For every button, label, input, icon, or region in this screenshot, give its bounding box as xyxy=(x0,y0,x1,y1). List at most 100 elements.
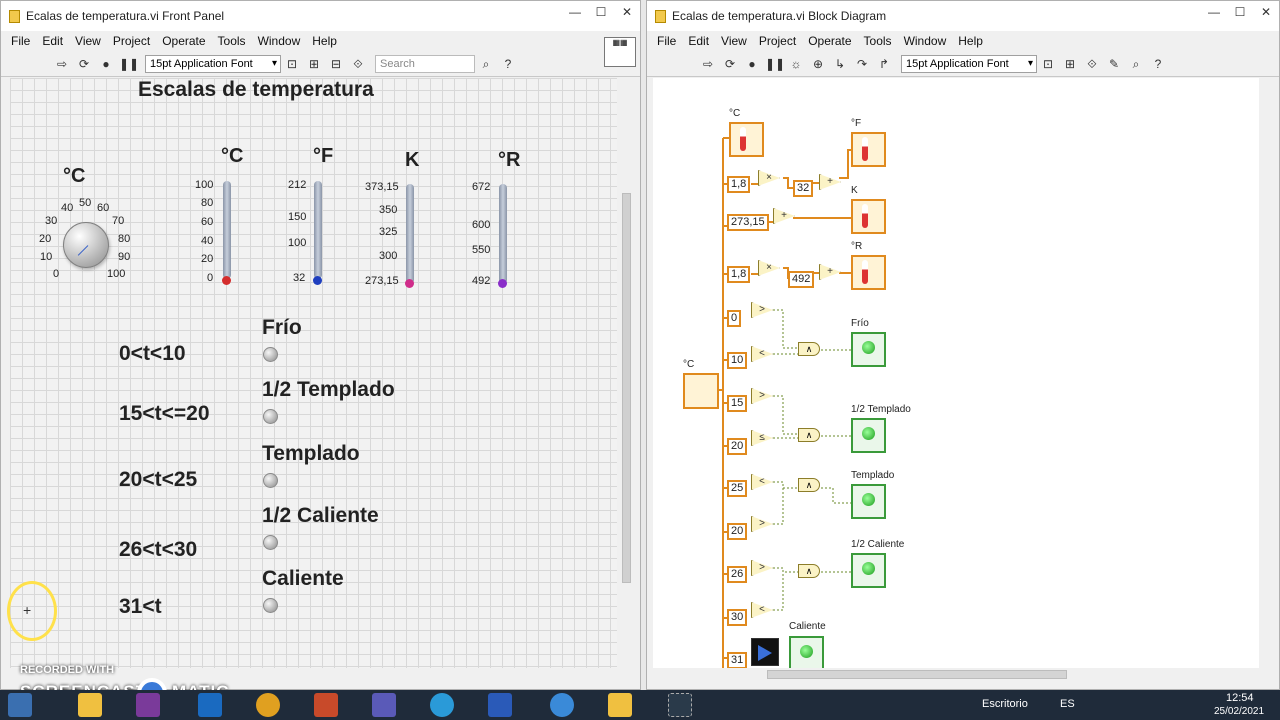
language-indicator[interactable]: ES xyxy=(1060,698,1075,710)
led-medio-caliente-terminal[interactable] xyxy=(851,553,886,588)
chrome-icon[interactable] xyxy=(256,693,280,717)
led-caliente-terminal[interactable] xyxy=(789,636,824,671)
constant[interactable]: 32 xyxy=(793,180,814,197)
constant[interactable]: 1,8 xyxy=(727,266,751,283)
close-button[interactable]: ✕ xyxy=(1253,1,1279,23)
constant[interactable]: 492 xyxy=(788,271,815,288)
knob-terminal[interactable] xyxy=(683,373,719,409)
constant[interactable]: 31 xyxy=(727,652,748,669)
constant[interactable]: 1,8 xyxy=(727,176,751,193)
menu-edit[interactable]: Edit xyxy=(36,34,69,48)
menu-window[interactable]: Window xyxy=(252,34,307,48)
menu-operate[interactable]: Operate xyxy=(802,34,857,48)
menu-tools[interactable]: Tools xyxy=(212,34,252,48)
vertical-scrollbar[interactable] xyxy=(1261,78,1274,668)
font-selector[interactable]: 15pt Application Font xyxy=(901,54,1037,73)
pause-icon[interactable]: ❚❚ xyxy=(119,55,139,73)
menu-help[interactable]: Help xyxy=(306,34,343,48)
step-over-icon[interactable]: ↷ xyxy=(853,55,871,73)
scroll-thumb[interactable] xyxy=(622,193,631,583)
constant[interactable]: 20 xyxy=(727,523,748,540)
abort-icon[interactable]: ● xyxy=(743,55,761,73)
maximize-button[interactable]: ☐ xyxy=(588,1,614,23)
align-icon[interactable]: ⊡ xyxy=(283,55,301,73)
word-icon[interactable] xyxy=(488,693,512,717)
constant[interactable]: 10 xyxy=(727,352,748,369)
edge-icon[interactable] xyxy=(430,693,454,717)
led-templado-terminal[interactable] xyxy=(851,484,886,519)
maximize-button[interactable]: ☐ xyxy=(1227,1,1253,23)
thermo-r-terminal-label: °R xyxy=(851,241,863,252)
thermo-f-tube xyxy=(314,181,322,279)
abort-icon[interactable]: ● xyxy=(97,55,115,73)
led-frio-terminal[interactable] xyxy=(851,332,886,367)
clock-date[interactable]: 25/02/2021 xyxy=(1214,706,1264,717)
retain-wire-values-icon[interactable]: ⊕ xyxy=(809,55,827,73)
distribute-icon[interactable]: ⊞ xyxy=(305,55,323,73)
powerpoint-icon[interactable] xyxy=(314,693,338,717)
run-continuously-icon[interactable]: ⟳ xyxy=(721,55,739,73)
help-icon[interactable]: ? xyxy=(1149,55,1167,73)
thermo-f-terminal[interactable] xyxy=(851,132,886,167)
menu-view[interactable]: View xyxy=(715,34,753,48)
constant[interactable]: 20 xyxy=(727,438,748,455)
greater-equal-node-selected[interactable] xyxy=(751,638,779,666)
vertical-scrollbar[interactable] xyxy=(620,78,633,668)
step-out-icon[interactable]: ↱ xyxy=(875,55,893,73)
reorder-icon[interactable]: ⟐ xyxy=(349,55,367,73)
search-input[interactable]: Search xyxy=(375,54,475,73)
onenote-icon[interactable] xyxy=(136,693,160,717)
menu-edit[interactable]: Edit xyxy=(682,34,715,48)
reorder-icon[interactable]: ⟐ xyxy=(1083,55,1101,73)
constant[interactable]: 15 xyxy=(727,395,748,412)
minimize-button[interactable]: — xyxy=(1201,1,1227,23)
pause-icon[interactable]: ❚❚ xyxy=(765,55,785,73)
run-icon[interactable]: ⇨ xyxy=(53,55,71,73)
thermo-k-terminal[interactable] xyxy=(851,199,886,234)
desktop-toolbar-label[interactable]: Escritorio xyxy=(982,698,1028,710)
file-explorer-icon[interactable] xyxy=(78,693,102,717)
help-icon[interactable]: ? xyxy=(499,55,517,73)
scroll-thumb[interactable] xyxy=(767,670,1067,679)
start-icon[interactable] xyxy=(8,693,32,717)
teams-icon[interactable] xyxy=(372,693,396,717)
minimize-button[interactable]: — xyxy=(562,1,588,23)
thermo-r-terminal[interactable] xyxy=(851,255,886,290)
step-into-icon[interactable]: ↳ xyxy=(831,55,849,73)
led-medio-templado-terminal[interactable] xyxy=(851,418,886,453)
menu-view[interactable]: View xyxy=(69,34,107,48)
constant[interactable]: 0 xyxy=(727,310,742,327)
clean-up-icon[interactable]: ✎ xyxy=(1105,55,1123,73)
horizontal-scrollbar[interactable] xyxy=(647,668,1261,681)
search-icon[interactable]: ⌕ xyxy=(1127,55,1145,73)
highlight-execution-icon[interactable]: ☼ xyxy=(787,55,805,73)
menu-project[interactable]: Project xyxy=(107,34,156,48)
menu-operate[interactable]: Operate xyxy=(156,34,211,48)
menu-file[interactable]: File xyxy=(651,34,682,48)
constant[interactable]: 26 xyxy=(727,566,748,583)
thermo-tick: 150 xyxy=(288,211,307,223)
run-icon[interactable]: ⇨ xyxy=(699,55,717,73)
distribute-icon[interactable]: ⊞ xyxy=(1061,55,1079,73)
constant[interactable]: 25 xyxy=(727,480,748,497)
run-continuously-icon[interactable]: ⟳ xyxy=(75,55,93,73)
menu-tools[interactable]: Tools xyxy=(858,34,898,48)
font-selector[interactable]: 15pt Application Font xyxy=(145,54,281,73)
menu-project[interactable]: Project xyxy=(753,34,802,48)
menu-window[interactable]: Window xyxy=(898,34,953,48)
close-button[interactable]: ✕ xyxy=(614,1,640,23)
internet-explorer-icon[interactable] xyxy=(550,693,574,717)
resize-icon[interactable]: ⊟ xyxy=(327,55,345,73)
menu-file[interactable]: File xyxy=(5,34,36,48)
search-icon[interactable]: ⌕ xyxy=(477,55,495,73)
labview-icon[interactable] xyxy=(608,693,632,717)
constant[interactable]: 30 xyxy=(727,609,748,626)
menu-help[interactable]: Help xyxy=(952,34,989,48)
align-icon[interactable]: ⊡ xyxy=(1039,55,1057,73)
constant[interactable]: 273,15 xyxy=(727,214,769,231)
outlook-icon[interactable] xyxy=(198,693,222,717)
celsius-knob[interactable] xyxy=(63,222,109,268)
snipping-icon[interactable] xyxy=(668,693,692,717)
thermo-c-terminal[interactable] xyxy=(729,122,764,157)
clock-time[interactable]: 12:54 xyxy=(1226,692,1254,704)
